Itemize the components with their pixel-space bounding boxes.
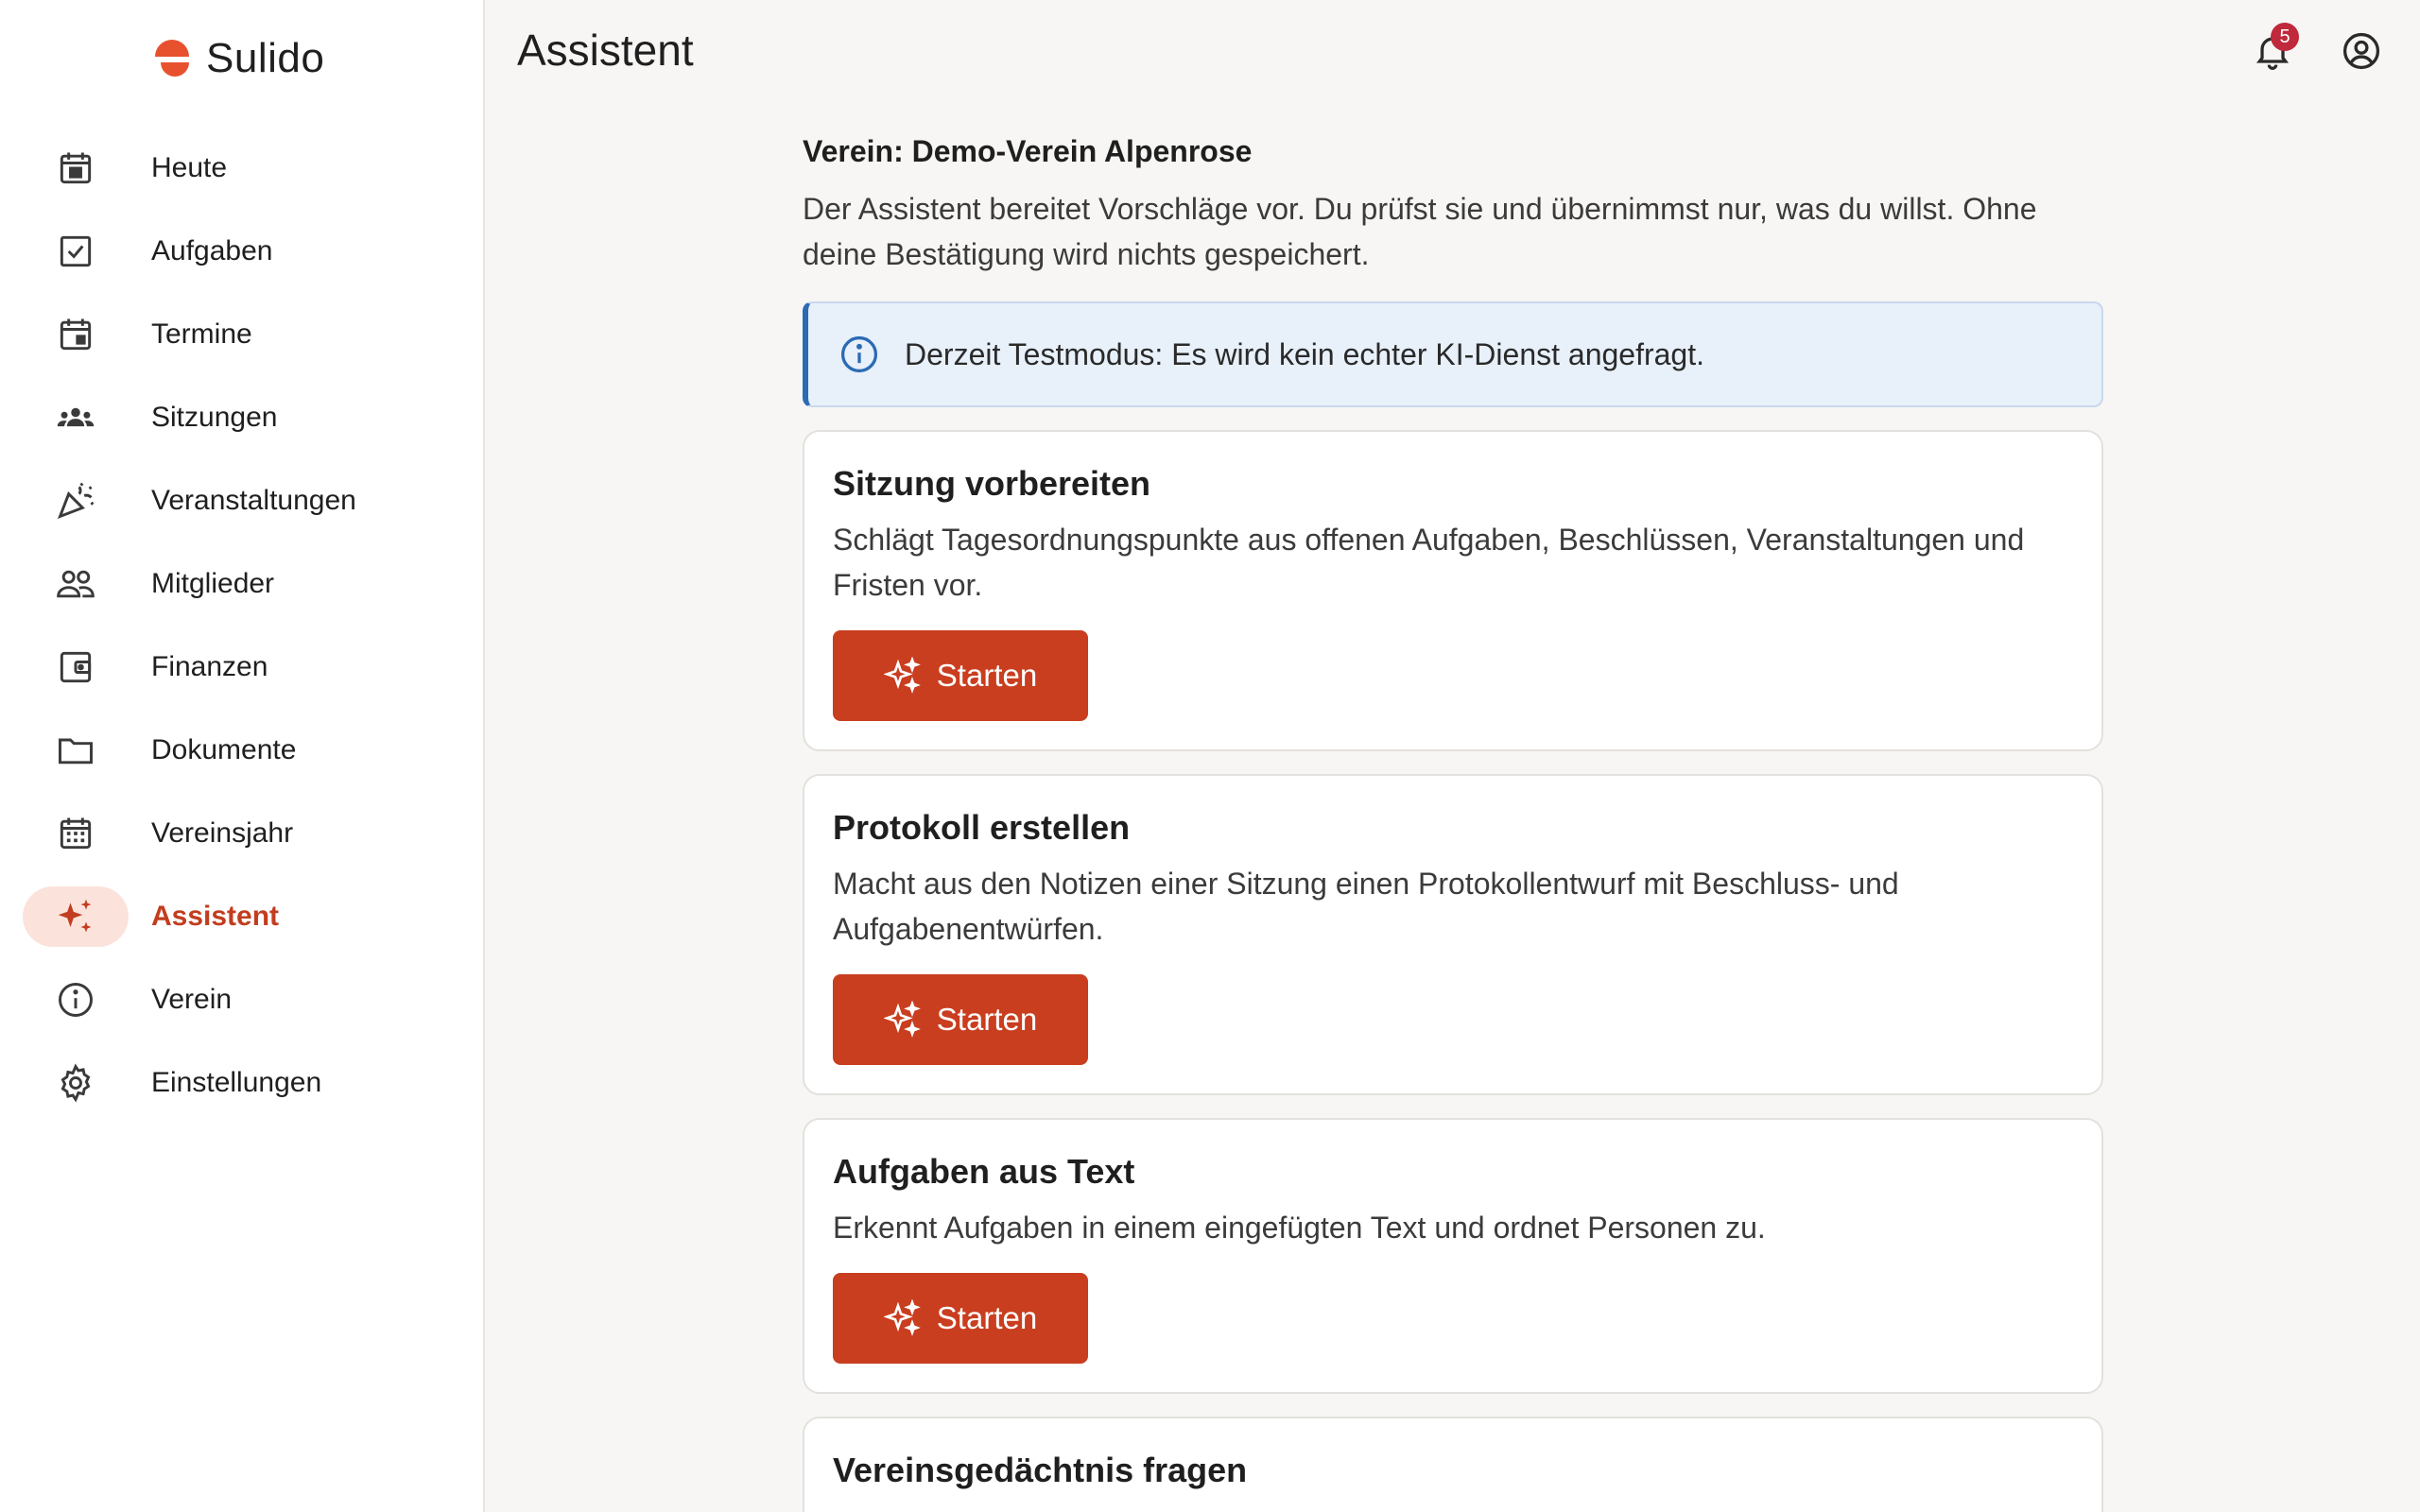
- test-mode-alert: Derzeit Testmodus: Es wird kein echter K…: [803, 301, 2103, 407]
- card-protokoll-erstellen: Protokoll erstellen Macht aus den Notize…: [803, 774, 2103, 1095]
- app-root: Sulido Heute Aufgaben Termine Sitzungen …: [0, 0, 2420, 1512]
- card-title: Sitzung vorbereiten: [833, 464, 1151, 503]
- sidebar-item-verein[interactable]: Verein: [0, 958, 483, 1041]
- calendar-today-icon: [23, 138, 129, 198]
- folder-icon: [23, 720, 129, 781]
- sidebar: Sulido Heute Aufgaben Termine Sitzungen …: [0, 0, 485, 1512]
- sidebar-item-label: Assistent: [151, 901, 280, 932]
- sparkle-icon: [883, 657, 921, 694]
- verein-line: Verein: Demo-Verein Alpenrose: [803, 134, 1253, 168]
- sparkle-icon: [883, 1299, 921, 1336]
- notification-badge: 5: [2271, 23, 2299, 51]
- sidebar-nav: Heute Aufgaben Termine Sitzungen Veranst…: [0, 127, 483, 1125]
- brand-name: Sulido: [206, 35, 325, 81]
- sparkle-icon: [23, 886, 129, 947]
- brand[interactable]: Sulido: [149, 30, 324, 87]
- card-title: Aufgaben aus Text: [833, 1152, 1135, 1191]
- start-button[interactable]: Starten: [833, 630, 1088, 721]
- checkbox-icon: [23, 221, 129, 282]
- sidebar-item-label: Finanzen: [151, 651, 268, 682]
- sidebar-item-heute[interactable]: Heute: [0, 127, 483, 210]
- sidebar-item-termine[interactable]: Termine: [0, 293, 483, 376]
- sidebar-item-label: Sitzungen: [151, 402, 278, 433]
- card-title: Protokoll erstellen: [833, 808, 1131, 847]
- main-content: Assistent 5 Verein: Demo-Verein Alpenros…: [485, 0, 2420, 1512]
- people-icon: [23, 554, 129, 614]
- sidebar-item-label: Verein: [151, 984, 233, 1015]
- sidebar-item-label: Heute: [151, 152, 228, 183]
- sidebar-item-vereinsjahr[interactable]: Vereinsjahr: [0, 792, 483, 875]
- calendar-event-icon: [23, 304, 129, 365]
- calendar-month-icon: [23, 803, 129, 864]
- card-vereinsgedaechtnis-fragen: Vereinsgedächtnis fragen: [803, 1417, 2103, 1512]
- card-description: Erkennt Aufgaben in einem eingefügten Te…: [833, 1211, 1766, 1245]
- start-button-label: Starten: [936, 658, 1038, 693]
- celebration-icon: [23, 471, 129, 531]
- account-button[interactable]: [2331, 21, 2392, 81]
- sidebar-item-label: Einstellungen: [151, 1067, 322, 1098]
- groups-icon: [23, 387, 129, 448]
- card-aufgaben-aus-text: Aufgaben aus Text Erkennt Aufgaben in ei…: [803, 1118, 2103, 1394]
- sparkle-icon: [883, 1001, 921, 1038]
- sidebar-item-einstellungen[interactable]: Einstellungen: [0, 1041, 483, 1125]
- intro-text: Der Assistent bereitet Vorschläge vor. D…: [803, 192, 2037, 271]
- sidebar-item-dokumente[interactable]: Dokumente: [0, 709, 483, 792]
- gear-icon: [23, 1053, 129, 1113]
- card-sitzung-vorbereiten: Sitzung vorbereiten Schlägt Tagesordnung…: [803, 430, 2103, 751]
- topbar-actions: 5: [2242, 21, 2420, 81]
- account-circle-icon: [2342, 32, 2380, 70]
- wallet-icon: [23, 637, 129, 697]
- sidebar-item-finanzen[interactable]: Finanzen: [0, 626, 483, 709]
- sidebar-item-mitglieder[interactable]: Mitglieder: [0, 542, 483, 626]
- sidebar-item-label: Aufgaben: [151, 235, 273, 266]
- card-title: Vereinsgedächtnis fragen: [833, 1451, 1248, 1489]
- start-button[interactable]: Starten: [833, 974, 1088, 1065]
- sidebar-item-assistent[interactable]: Assistent: [0, 875, 483, 958]
- info-icon: [23, 970, 129, 1030]
- alert-text: Derzeit Testmodus: Es wird kein echter K…: [905, 336, 1704, 371]
- start-button-label: Starten: [936, 1300, 1038, 1335]
- info-icon: [840, 335, 878, 373]
- card-description: Macht aus den Notizen einer Sitzung eine…: [833, 867, 1899, 946]
- page-title: Assistent: [517, 26, 694, 75]
- card-description: Schlägt Tagesordnungspunkte aus offenen …: [833, 523, 2025, 602]
- assistant-content: Verein: Demo-Verein Alpenrose Der Assist…: [803, 134, 2103, 1512]
- sidebar-item-label: Termine: [151, 318, 252, 350]
- sidebar-item-label: Veranstaltungen: [151, 485, 356, 516]
- start-button-label: Starten: [936, 1002, 1038, 1037]
- sidebar-item-aufgaben[interactable]: Aufgaben: [0, 210, 483, 293]
- sidebar-item-label: Vereinsjahr: [151, 817, 294, 849]
- notifications-button[interactable]: 5: [2242, 21, 2303, 81]
- start-button[interactable]: Starten: [833, 1273, 1088, 1364]
- sidebar-item-label: Mitglieder: [151, 568, 275, 599]
- sidebar-item-sitzungen[interactable]: Sitzungen: [0, 376, 483, 459]
- sidebar-item-veranstaltungen[interactable]: Veranstaltungen: [0, 459, 483, 542]
- sulido-logo-icon: [155, 40, 189, 77]
- sidebar-item-label: Dokumente: [151, 734, 297, 765]
